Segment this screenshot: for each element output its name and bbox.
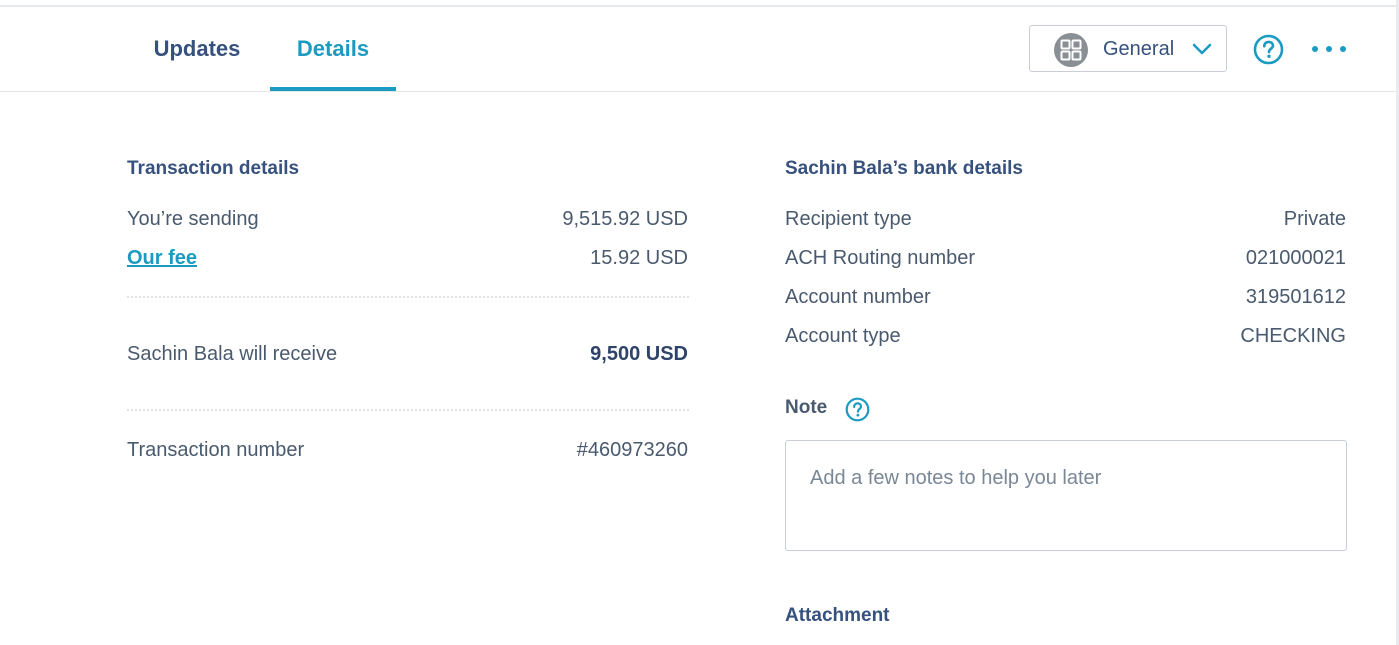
recipient-type-label: Recipient type: [785, 208, 912, 230]
transaction-details-title: Transaction details: [127, 158, 300, 179]
receive-value: 9,500 USD: [590, 343, 688, 365]
tab-updates[interactable]: Updates: [133, 7, 261, 91]
receive-label: Sachin Bala will receive: [127, 343, 338, 365]
routing-number-label: ACH Routing number: [785, 247, 976, 269]
fee-value: 15.92 USD: [590, 247, 688, 269]
bank-details-title: Sachin Bala’s bank details: [785, 158, 1023, 179]
sending-value: 9,515.92 USD: [562, 208, 688, 230]
attachment-title: Attachment: [785, 605, 890, 626]
routing-number-value: 021000021: [1245, 247, 1346, 269]
account-number-value: 319501612: [1245, 286, 1346, 308]
transfer-details-page: Updates Details General Transaction deta…: [0, 0, 1399, 645]
account-type-value: CHECKING: [1240, 325, 1346, 347]
note-input[interactable]: [785, 440, 1347, 551]
profile-select-label: General: [1103, 38, 1175, 60]
transaction-number-label: Transaction number: [127, 439, 305, 461]
divider: [127, 296, 689, 298]
note-help-icon[interactable]: [845, 397, 870, 422]
tab-details[interactable]: Details: [270, 7, 396, 91]
chevron-down-icon: [1192, 39, 1212, 59]
account-type-label: Account type: [785, 325, 901, 347]
profile-select[interactable]: General: [1029, 25, 1227, 72]
help-icon[interactable]: [1253, 34, 1284, 65]
note-label: Note: [785, 397, 828, 418]
divider: [127, 409, 689, 411]
our-fee-link[interactable]: Our fee: [127, 247, 197, 270]
header-bar: Updates Details General: [0, 7, 1396, 92]
grid-icon: [1054, 33, 1088, 67]
ellipsis-icon[interactable]: [1311, 41, 1347, 57]
account-number-label: Account number: [785, 286, 931, 308]
transaction-number-value: #460973260: [576, 439, 688, 461]
recipient-type-value: Private: [1283, 208, 1346, 230]
sending-label: You’re sending: [127, 208, 259, 230]
